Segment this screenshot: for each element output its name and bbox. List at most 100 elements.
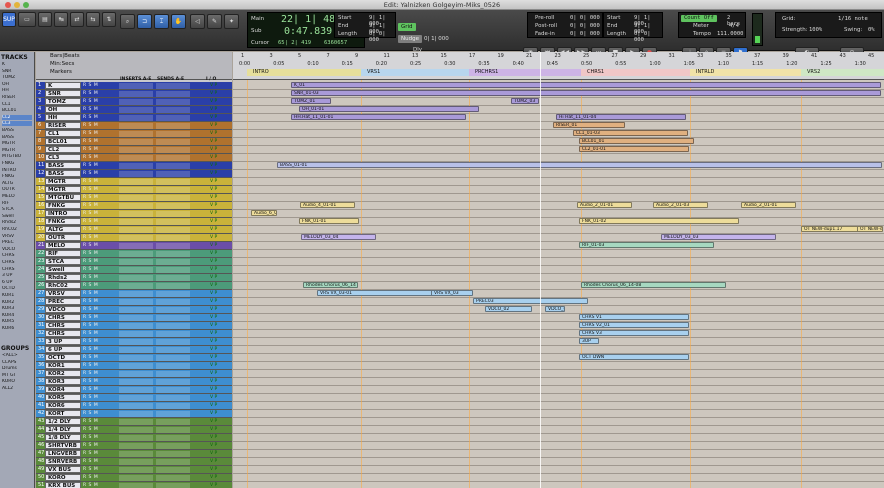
tracks-list-item[interactable]: FNKG: [2, 174, 32, 179]
send-slots[interactable]: [156, 307, 190, 313]
audio-clip[interactable]: CL2_01-01: [579, 146, 689, 152]
tracks-list-item[interactable]: 6 UP: [2, 280, 32, 285]
track-header-row[interactable]: 13 MGTR R S MV P: [36, 178, 232, 186]
track-rsm-buttons[interactable]: R S M: [83, 363, 98, 368]
tracks-list-item[interactable]: RIF: [2, 201, 32, 206]
io-indicators[interactable]: V P: [210, 235, 217, 240]
tracks-list-item[interactable]: FNKG: [2, 161, 32, 166]
track-rsm-buttons[interactable]: R S M: [83, 131, 98, 136]
grid-mode-button[interactable]: Grid: [398, 23, 416, 31]
insert-slots[interactable]: [119, 291, 153, 297]
tracks-list-item[interactable]: BCL01: [2, 108, 32, 113]
insert-slots[interactable]: [119, 443, 153, 449]
send-slots[interactable]: [156, 187, 190, 193]
audio-clip[interactable]: Audio_2_01-01: [741, 202, 796, 208]
track-header-row[interactable]: 23 STCA R S MV P: [36, 258, 232, 266]
track-rsm-buttons[interactable]: R S M: [83, 227, 98, 232]
track-header-row[interactable]: 21 MELO R S MV P: [36, 242, 232, 250]
track-name[interactable]: PREC: [45, 298, 81, 305]
track-rsm-buttons[interactable]: R S M: [83, 323, 98, 328]
insert-slots[interactable]: [119, 411, 153, 417]
track-header-row[interactable]: 31 CHRS R S MV P: [36, 322, 232, 330]
mode-shuffle-button[interactable]: SUP: [2, 12, 16, 27]
tracks-list-item[interactable]: OCTD: [2, 286, 32, 291]
track-name[interactable]: KOR1: [45, 362, 81, 369]
insert-slots[interactable]: [119, 427, 153, 433]
send-slots[interactable]: [156, 155, 190, 161]
io-indicators[interactable]: V P: [210, 419, 217, 424]
insert-slots[interactable]: [119, 267, 153, 273]
audio-clip[interactable]: VRS VX_03: [431, 290, 473, 296]
track-header-row[interactable]: 8 BCL01 R S MV P: [36, 138, 232, 146]
insert-slots[interactable]: [119, 275, 153, 281]
track-rsm-buttons[interactable]: R S M: [83, 275, 98, 280]
io-indicators[interactable]: V P: [210, 379, 217, 384]
track-name[interactable]: 3 UP: [45, 338, 81, 345]
track-name[interactable]: MGTR: [45, 178, 81, 185]
track-rsm-buttons[interactable]: R S M: [83, 259, 98, 264]
audio-clip[interactable]: TOMZ_03: [511, 98, 539, 104]
track-name[interactable]: BASS: [45, 170, 81, 177]
track-name[interactable]: 1/2 DLY: [45, 418, 81, 425]
io-indicators[interactable]: V P: [210, 331, 217, 336]
track-name[interactable]: KOR4: [45, 386, 81, 393]
send-slots[interactable]: [156, 363, 190, 369]
playhead-cursor[interactable]: [540, 52, 541, 488]
track-rsm-buttons[interactable]: R S M: [83, 307, 98, 312]
track-rsm-buttons[interactable]: R S M: [83, 451, 98, 456]
send-slots[interactable]: [156, 203, 190, 209]
io-indicators[interactable]: V P: [210, 243, 217, 248]
send-slots[interactable]: [156, 443, 190, 449]
send-slots[interactable]: [156, 275, 190, 281]
audio-clip[interactable]: RIF_01-03: [579, 242, 714, 248]
track-name[interactable]: CHRS: [45, 330, 81, 337]
selector-tool-icon[interactable]: ⌶: [154, 14, 169, 29]
io-indicators[interactable]: V P: [210, 411, 217, 416]
audio-clip[interactable]: Rhodes Chorus_06_14: [303, 282, 358, 288]
audio-clip[interactable]: 3UP: [579, 338, 599, 344]
io-indicators[interactable]: V P: [210, 187, 217, 192]
grabber-tool-icon[interactable]: ✋: [171, 14, 186, 29]
track-header-row[interactable]: 2 SNR R S MV P: [36, 90, 232, 98]
audio-clip[interactable]: OH_01-01: [299, 106, 479, 112]
io-indicators[interactable]: V P: [210, 427, 217, 432]
track-name[interactable]: BASS: [45, 162, 81, 169]
track-header-row[interactable]: 48 SNRVERB R S MV P: [36, 458, 232, 466]
marker-vrs2[interactable]: VRS2: [801, 69, 884, 76]
track-name[interactable]: KORO: [45, 474, 81, 481]
track-rsm-buttons[interactable]: R S M: [83, 331, 98, 336]
track-name[interactable]: CHRS: [45, 322, 81, 329]
audio-clip[interactable]: CL1_01-03: [573, 130, 688, 136]
track-header-row[interactable]: 25 Rhds2 R S MV P: [36, 274, 232, 282]
track-name[interactable]: CL1: [45, 130, 81, 137]
audio-clip[interactable]: OT NEW-dup1.17: [801, 226, 861, 232]
tracks-list-item[interactable]: SNR: [2, 69, 32, 74]
track-name[interactable]: HH: [45, 114, 81, 121]
track-rsm-buttons[interactable]: R S M: [83, 107, 98, 112]
group-item[interactable]: CLAPS: [2, 360, 32, 365]
track-rsm-buttons[interactable]: R S M: [83, 195, 98, 200]
io-indicators[interactable]: V P: [210, 339, 217, 344]
track-header-row[interactable]: 38 KOR3 R S MV P: [36, 378, 232, 386]
audio-clip[interactable]: Rhodes Chorus_06_14-08: [581, 282, 726, 288]
io-indicators[interactable]: V P: [210, 387, 217, 392]
view-toggle-button[interactable]: ▤: [38, 12, 52, 27]
track-rsm-buttons[interactable]: R S M: [83, 179, 98, 184]
insert-slots[interactable]: [119, 195, 153, 201]
send-slots[interactable]: [156, 475, 190, 481]
insert-slots[interactable]: [119, 139, 153, 145]
track-header-row[interactable]: 46 SHRTVRB R S MV P: [36, 442, 232, 450]
track-header-row[interactable]: 26 RhC02 R S MV P: [36, 282, 232, 290]
track-header-row[interactable]: 16 FNKG R S MV P: [36, 202, 232, 210]
send-slots[interactable]: [156, 403, 190, 409]
track-name[interactable]: KRX BUS: [45, 482, 81, 488]
send-slots[interactable]: [156, 243, 190, 249]
transport-selection-display[interactable]: Start End Length 9| 1| 000 9| 1| 000 0| …: [603, 12, 663, 43]
audio-clip[interactable]: Audio_4_01-01: [300, 202, 355, 208]
send-slots[interactable]: [156, 419, 190, 425]
io-indicators[interactable]: V P: [210, 443, 217, 448]
io-indicators[interactable]: V P: [210, 203, 217, 208]
track-header-row[interactable]: 33 3 UP R S MV P: [36, 338, 232, 346]
track-header-row[interactable]: 51 KRX BUS R S MV P: [36, 482, 232, 488]
io-indicators[interactable]: V P: [210, 323, 217, 328]
